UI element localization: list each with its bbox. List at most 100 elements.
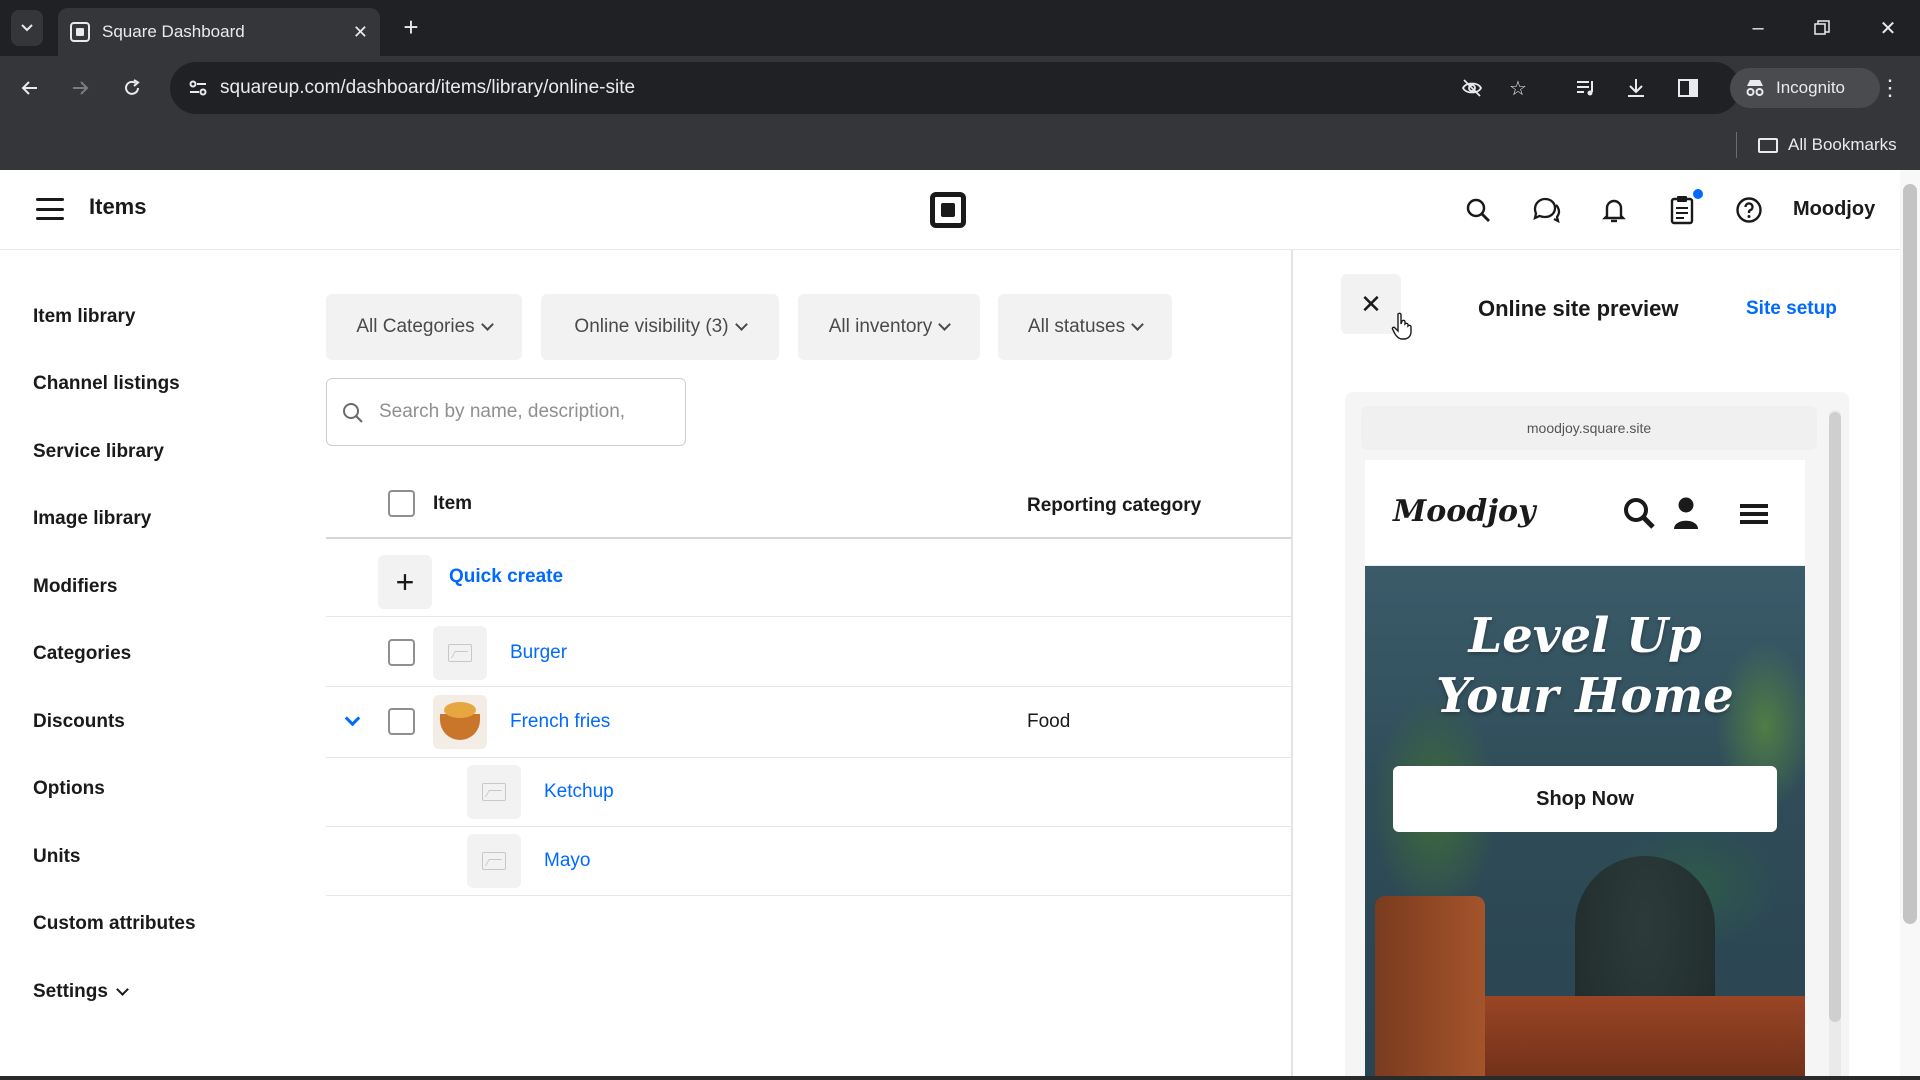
quick-create-link[interactable]: Quick create <box>449 566 563 588</box>
clipboard-icon[interactable] <box>1666 194 1698 226</box>
sidebar-item-discounts[interactable]: Discounts <box>33 711 125 733</box>
chevron-down-icon <box>1131 318 1144 331</box>
help-icon[interactable] <box>1733 194 1765 226</box>
messages-icon[interactable] <box>1530 194 1562 226</box>
square-logo[interactable] <box>930 192 966 228</box>
filter-statuses[interactable]: All statuses <box>998 294 1172 360</box>
row-checkbox-burger[interactable] <box>388 639 415 666</box>
user-menu[interactable]: Moodjoy <box>1793 198 1875 221</box>
filter-statuses-label: All statuses <box>1027 316 1126 337</box>
search-icon[interactable] <box>1462 194 1494 226</box>
url-text: squareup.com/dashboard/items/library/onl… <box>220 77 636 98</box>
sidebar-item-channel-listings[interactable]: Channel listings <box>33 373 180 395</box>
sidebar-item-service-library[interactable]: Service library <box>33 441 164 463</box>
filter-inventory-label: All inventory <box>828 316 933 337</box>
site-logo[interactable]: Moodjoy <box>1393 494 1536 529</box>
incognito-icon <box>1746 80 1764 96</box>
search-input[interactable] <box>379 401 669 423</box>
site-preview-frame: moodjoy.square.site Moodjoy Level Up You… <box>1345 392 1849 1080</box>
sidebar-item-item-library[interactable]: Item library <box>33 306 135 328</box>
sidebar-item-options[interactable]: Options <box>33 778 105 800</box>
chevron-down-icon <box>734 318 748 331</box>
preview-url-bar: moodjoy.square.site <box>1361 406 1817 450</box>
site-navbar: Moodjoy <box>1365 460 1805 566</box>
eye-off-icon[interactable] <box>1460 76 1484 100</box>
hero-pot-image <box>1375 896 1485 1080</box>
site-info-icon[interactable] <box>186 76 210 100</box>
bell-icon[interactable] <box>1598 194 1630 226</box>
quick-create-plus-icon[interactable]: + <box>378 555 432 609</box>
search-field[interactable] <box>326 378 686 446</box>
item-link-french-fries[interactable]: French fries <box>510 711 610 733</box>
filter-categories[interactable]: All Categories <box>326 294 522 360</box>
bookmarks-divider <box>1736 132 1737 158</box>
chevron-down-icon <box>938 318 952 331</box>
sidebar-item-image-library[interactable]: Image library <box>33 508 151 530</box>
new-tab-button[interactable]: + <box>396 12 426 42</box>
row-divider <box>326 757 1291 758</box>
reporting-category-cell: Food <box>1027 711 1071 732</box>
filter-categories-label: All Categories <box>356 316 475 337</box>
tab-search-button[interactable] <box>11 10 43 46</box>
item-link-mayo[interactable]: Mayo <box>544 850 590 872</box>
address-bar[interactable]: squareup.com/dashboard/items/library/onl… <box>170 62 1740 114</box>
sidebar-item-settings-label: Settings <box>33 981 108 1002</box>
all-bookmarks-button[interactable]: All Bookmarks <box>1758 132 1897 158</box>
image-placeholder-icon <box>467 765 521 819</box>
hero-headline: Level Up Your Home <box>1365 606 1805 726</box>
preview-title: Online site preview <box>1478 296 1679 321</box>
select-all-checkbox[interactable] <box>388 490 415 517</box>
close-icon[interactable]: ✕ <box>353 22 368 43</box>
side-panel-icon[interactable] <box>1674 74 1702 102</box>
reload-button[interactable] <box>112 68 152 108</box>
browser-tab[interactable]: Square Dashboard ✕ <box>58 8 380 56</box>
filter-inventory[interactable]: All inventory <box>798 294 980 360</box>
close-window-button[interactable]: ✕ <box>1870 10 1906 46</box>
browser-toolbar: squareup.com/dashboard/items/library/onl… <box>0 56 1920 120</box>
star-icon[interactable]: ☆ <box>1506 76 1530 100</box>
minimize-button[interactable]: – <box>1740 10 1776 46</box>
hero-headline-line-2: Your Home <box>1436 668 1734 724</box>
preview-scrollbar[interactable] <box>1829 412 1841 1022</box>
filter-online-visibility[interactable]: Online visibility (3) <box>541 294 779 360</box>
sidebar-item-categories[interactable]: Categories <box>33 643 131 665</box>
row-checkbox-french-fries[interactable] <box>388 708 415 735</box>
french-fries-thumbnail <box>433 695 487 749</box>
media-controls-icon[interactable] <box>1572 74 1600 102</box>
restore-button[interactable] <box>1804 10 1840 46</box>
folder-icon <box>1758 137 1778 153</box>
page-scrollbar[interactable] <box>1903 184 1917 924</box>
site-hero-banner: Level Up Your Home Shop Now <box>1365 566 1805 1080</box>
more-menu-icon[interactable]: ⋮ <box>1876 74 1904 102</box>
column-header-reporting-category[interactable]: Reporting category <box>1027 495 1201 517</box>
sidebar-item-settings[interactable]: Settings <box>33 981 129 1003</box>
chevron-down-icon <box>116 983 129 996</box>
image-placeholder-icon <box>467 834 521 888</box>
item-link-ketchup[interactable]: Ketchup <box>544 781 614 803</box>
chevron-down-icon <box>480 318 494 331</box>
site-menu-icon[interactable] <box>1740 502 1768 524</box>
column-header-item[interactable]: Item <box>433 493 472 515</box>
sidebar-item-custom-attributes[interactable]: Custom attributes <box>33 913 196 935</box>
site-account-icon[interactable] <box>1672 496 1700 530</box>
tab-title: Square Dashboard <box>102 22 245 41</box>
item-link-burger[interactable]: Burger <box>510 642 567 664</box>
expand-chevron-icon[interactable] <box>344 710 361 727</box>
back-button[interactable] <box>10 68 50 108</box>
site-search-icon[interactable] <box>1622 496 1656 530</box>
sidebar-item-modifiers[interactable]: Modifiers <box>33 576 117 598</box>
notification-dot <box>1693 189 1703 199</box>
forward-button[interactable] <box>60 68 100 108</box>
sidebar-item-units[interactable]: Units <box>33 846 81 868</box>
search-icon <box>343 403 363 423</box>
bottom-edge <box>0 1076 1920 1080</box>
row-divider <box>326 895 1291 896</box>
hero-headline-line-1: Level Up <box>1468 608 1702 664</box>
incognito-profile-button[interactable]: Incognito <box>1730 68 1880 108</box>
download-icon[interactable] <box>1622 74 1650 102</box>
site-setup-link[interactable]: Site setup <box>1746 298 1837 320</box>
shop-now-button[interactable]: Shop Now <box>1393 766 1777 832</box>
online-site-preview-panel: ✕ Online site preview Site setup moodjoy… <box>1291 250 1900 1080</box>
app-header: Items Moodjoy <box>0 170 1900 250</box>
hamburger-menu-icon[interactable] <box>36 198 64 220</box>
